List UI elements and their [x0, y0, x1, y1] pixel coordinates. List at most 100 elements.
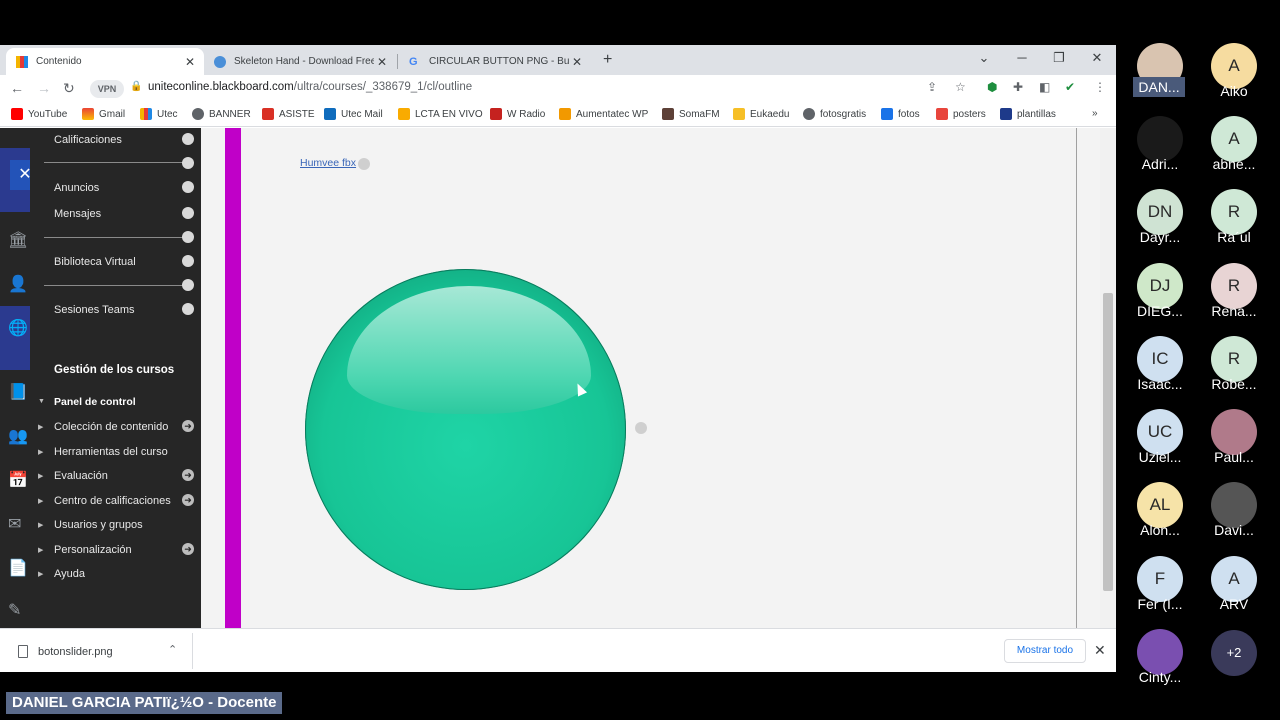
share-icon[interactable]: ⇪: [927, 80, 937, 94]
collapsed-caret-icon[interactable]: ▶: [38, 570, 43, 578]
bookmark-eukaedu[interactable]: Eukaedu: [733, 108, 789, 120]
back-icon[interactable]: ←: [10, 80, 24, 96]
bookmark-gmail[interactable]: Gmail: [82, 108, 125, 120]
arrow-circle-icon[interactable]: ➜: [182, 420, 194, 432]
courses-icon[interactable]: 📘: [8, 382, 28, 402]
organizations-icon[interactable]: 👥: [8, 426, 28, 446]
participant-tile[interactable]: AL Alon...: [1125, 482, 1195, 538]
bookmark-asiste[interactable]: ASISTE: [262, 108, 315, 120]
scrollbar-thumb[interactable]: [1103, 293, 1113, 591]
bookmark-posters[interactable]: posters: [936, 108, 986, 120]
bookmark-lcta[interactable]: LCTA EN VIVO: [398, 108, 483, 120]
menu-item-anuncios[interactable]: Anuncios: [54, 182, 99, 194]
humvee-file-link[interactable]: Humvee fbx: [300, 157, 356, 169]
reload-icon[interactable]: ↻: [63, 80, 75, 97]
extensions-puzzle-icon[interactable]: ✚: [1013, 80, 1023, 94]
bookmark-fotosgratis[interactable]: fotosgratis: [803, 108, 866, 120]
panel-item-evaluacion[interactable]: Evaluación: [54, 470, 108, 482]
panel-item-centro-calificaciones[interactable]: Centro de calificaciones: [54, 495, 171, 507]
download-item[interactable]: botonslider.png: [18, 645, 113, 658]
globe-icon[interactable]: 🌐: [8, 318, 28, 338]
panel-de-control-title[interactable]: Panel de control: [54, 396, 136, 408]
extension-shield-icon[interactable]: ⬢: [987, 80, 997, 94]
participant-tile[interactable]: R Rena...: [1199, 263, 1269, 319]
adblock-icon[interactable]: ✔: [1065, 80, 1075, 94]
chevron-up-icon[interactable]: ⌃: [168, 643, 177, 656]
new-tab-button[interactable]: +: [603, 51, 612, 69]
visibility-dot-icon[interactable]: [182, 231, 194, 243]
menu-item-biblioteca-virtual[interactable]: Biblioteca Virtual: [54, 256, 136, 268]
forward-icon[interactable]: →: [37, 80, 51, 96]
bookmark-plantillas[interactable]: plantillas: [1000, 108, 1056, 120]
close-download-bar-icon[interactable]: ✕: [1094, 642, 1106, 659]
participant-tile[interactable]: A Aiko: [1199, 43, 1269, 99]
bookmark-aumentatec[interactable]: Aumentatec WP: [559, 108, 648, 120]
bookmark-youtube[interactable]: YouTube: [11, 108, 67, 120]
visibility-dot-icon[interactable]: [182, 279, 194, 291]
participant-tile[interactable]: DJ DIEG...: [1125, 263, 1195, 319]
bookmark-banner[interactable]: BANNER: [192, 108, 251, 120]
show-all-button[interactable]: Mostrar todo: [1004, 639, 1086, 663]
close-tab-icon[interactable]: ✕: [374, 55, 390, 69]
side-panel-icon[interactable]: ◧: [1039, 80, 1050, 94]
institution-icon[interactable]: 🏛: [8, 230, 28, 250]
participant-tile[interactable]: Davi...: [1199, 482, 1269, 538]
participant-tile[interactable]: R Robe...: [1199, 336, 1269, 392]
expanded-caret-icon[interactable]: ▼: [38, 398, 45, 405]
panel-item-personalizacion[interactable]: Personalización: [54, 544, 132, 556]
participant-tile[interactable]: Adri...: [1125, 116, 1195, 172]
tools-icon[interactable]: ✎: [8, 600, 21, 620]
panel-item-usuarios[interactable]: Usuarios y grupos: [54, 519, 143, 531]
minimize-button[interactable]: ─: [1012, 50, 1032, 65]
collapsed-caret-icon[interactable]: ▶: [38, 423, 43, 431]
participant-tile[interactable]: Cinty...: [1125, 629, 1195, 685]
participant-tile[interactable]: A ARV: [1199, 556, 1269, 612]
panel-item-herramientas[interactable]: Herramientas del curso: [54, 446, 168, 458]
tab-search-chevron-icon[interactable]: ⌄: [974, 50, 994, 66]
close-window-button[interactable]: ✕: [1087, 50, 1107, 66]
vpn-badge[interactable]: VPN: [90, 80, 124, 98]
star-icon[interactable]: ☆: [955, 80, 966, 94]
options-chevron-icon[interactable]: [358, 158, 370, 170]
participant-tile[interactable]: F Fer (I...: [1125, 556, 1195, 612]
visibility-dot-icon[interactable]: [182, 181, 194, 193]
grades-icon[interactable]: 📄: [8, 558, 28, 578]
more-participants-button[interactable]: +2: [1199, 630, 1269, 676]
tab-circular-button[interactable]: G CIRCULAR BUTTON PNG - Buscar ✕: [399, 48, 591, 75]
menu-item-mensajes[interactable]: Mensajes: [54, 208, 101, 220]
menu-item-calificaciones[interactable]: Calificaciones: [54, 134, 122, 146]
bookmark-utec[interactable]: Utec: [140, 108, 178, 120]
visibility-dot-icon[interactable]: [182, 303, 194, 315]
collapsed-caret-icon[interactable]: ▶: [38, 472, 43, 480]
menu-kebab-icon[interactable]: ⋮: [1094, 80, 1106, 94]
close-tab-icon[interactable]: ✕: [182, 55, 198, 69]
options-chevron-icon[interactable]: [635, 422, 647, 434]
visibility-dot-icon[interactable]: [182, 207, 194, 219]
participant-tile[interactable]: R Ra´ul: [1199, 189, 1269, 245]
participant-tile[interactable]: Paul...: [1199, 409, 1269, 465]
participant-tile[interactable]: Aabne...: [1199, 116, 1269, 172]
more-bookmarks-icon[interactable]: »: [1092, 108, 1098, 119]
menu-item-sesiones-teams[interactable]: Sesiones Teams: [54, 304, 135, 316]
restore-button[interactable]: ❐: [1049, 50, 1069, 66]
arrow-circle-icon[interactable]: ➜: [182, 469, 194, 481]
bookmark-utec-mail[interactable]: Utec Mail: [324, 108, 383, 120]
panel-item-ayuda[interactable]: Ayuda: [54, 568, 85, 580]
calendar-icon[interactable]: 📅: [8, 470, 28, 490]
collapsed-caret-icon[interactable]: ▶: [38, 497, 43, 505]
lock-icon[interactable]: 🔒: [130, 81, 142, 92]
collapsed-caret-icon[interactable]: ▶: [38, 546, 43, 554]
bookmark-w-radio[interactable]: W Radio: [490, 108, 545, 120]
participant-tile[interactable]: UC Uziel...: [1125, 409, 1195, 465]
visibility-dot-icon[interactable]: [182, 133, 194, 145]
collapsed-caret-icon[interactable]: ▶: [38, 521, 43, 529]
visibility-dot-icon[interactable]: [182, 255, 194, 267]
profile-icon[interactable]: 👤: [8, 274, 28, 294]
close-tab-icon[interactable]: ✕: [569, 55, 585, 69]
participant-tile[interactable]: IC Isaac...: [1125, 336, 1195, 392]
visibility-dot-icon[interactable]: [182, 157, 194, 169]
tab-contenido[interactable]: Contenido ✕: [6, 48, 204, 75]
bookmark-fotos[interactable]: fotos: [881, 108, 920, 120]
panel-item-coleccion[interactable]: Colección de contenido: [54, 421, 168, 433]
arrow-circle-icon[interactable]: ➜: [182, 543, 194, 555]
